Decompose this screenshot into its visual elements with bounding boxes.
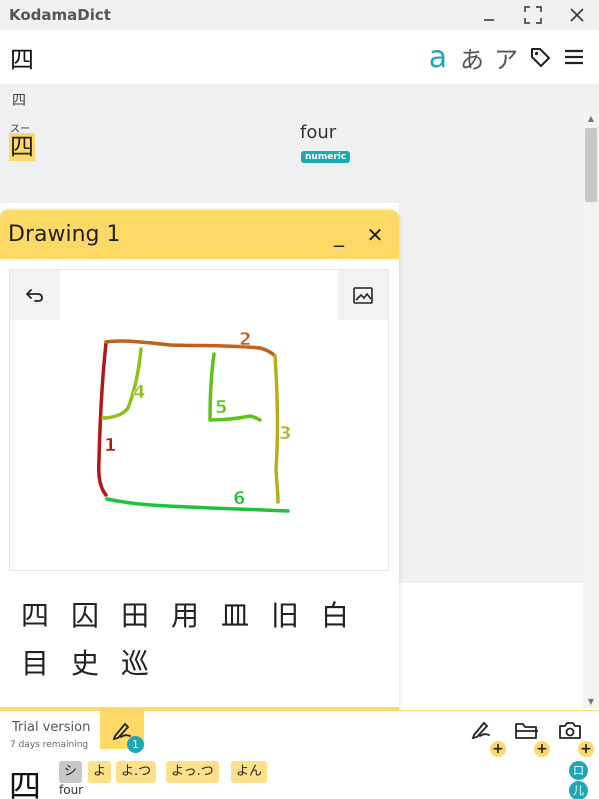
candidate-kanji[interactable]: 囚 [60, 592, 110, 640]
tags-button[interactable] [523, 40, 557, 74]
reading-chip[interactable]: よっ.つ [166, 761, 219, 783]
candidate-kanji[interactable]: 田 [110, 592, 160, 640]
fullscreen-icon [524, 6, 542, 24]
result-kanji: 四 [9, 133, 35, 161]
app-title: KodamaDict [9, 6, 111, 24]
open-image-button[interactable]: + [514, 719, 550, 757]
drawing-close-button[interactable]: ✕ [357, 223, 393, 247]
candidate-kanji[interactable]: 目 [10, 640, 60, 688]
radical-chip[interactable]: 儿 [569, 781, 588, 799]
search-input[interactable]: 四 [0, 40, 421, 75]
scrollbar-thumb[interactable] [585, 128, 597, 202]
footer-meaning: four [59, 783, 84, 797]
query-header: 四 [0, 84, 599, 112]
stroke-number-6: 6 [233, 488, 246, 509]
result-row[interactable]: スー 四 four numeric [0, 112, 583, 203]
results-background [399, 203, 583, 583]
maximize-window-button[interactable] [511, 0, 555, 30]
plus-icon: + [534, 741, 550, 757]
minimize-window-button[interactable] [467, 0, 511, 30]
menu-button[interactable] [557, 40, 591, 74]
hamburger-menu-icon [565, 49, 583, 65]
reading-chip[interactable]: よ [88, 761, 112, 783]
search-bar: 四 a あ ア [0, 30, 599, 84]
scroll-up-arrow-icon[interactable]: ▲ [583, 114, 599, 123]
candidate-kanji[interactable]: 旧 [260, 592, 310, 640]
folder-icon [515, 723, 538, 739]
result-gloss: four [300, 122, 337, 143]
drawing-panel: Drawing 1 _ ✕ 1 2 3 4 5 6 四 囚 田 用 皿 旧 白 … [0, 210, 399, 710]
radical-chip[interactable]: 口 [569, 761, 588, 780]
reading-chip[interactable]: シ [59, 761, 83, 783]
stroke-number-1: 1 [104, 435, 117, 456]
camera-icon [559, 722, 581, 739]
stroke-number-2: 2 [239, 329, 252, 350]
drawing-canvas[interactable]: 1 2 3 4 5 6 [9, 269, 389, 571]
footer-kanji[interactable]: 四 [9, 761, 41, 799]
drawing-minimize-button[interactable]: _ [321, 223, 357, 247]
trial-label[interactable]: Trial version [12, 720, 90, 735]
pen-icon [471, 721, 490, 740]
candidate-list: 四 囚 田 用 皿 旧 白 目 史 巡 [10, 592, 390, 688]
results-scrollbar[interactable]: ▲ ▼ [583, 112, 599, 708]
scroll-down-arrow-icon[interactable]: ▼ [583, 697, 599, 706]
close-icon [570, 8, 584, 22]
candidate-kanji[interactable]: 用 [160, 592, 210, 640]
plus-icon: + [490, 741, 506, 757]
katakana-mode-button[interactable]: ア [489, 40, 523, 75]
drawing-header: Drawing 1 _ ✕ [0, 210, 399, 259]
romaji-mode-button[interactable]: a [421, 40, 455, 75]
stroke-number-4: 4 [133, 382, 146, 403]
close-window-button[interactable] [555, 0, 599, 30]
footer-bar: Trial version 7 days remaining 1 + + + 四… [0, 710, 599, 799]
title-bar: KodamaDict [0, 0, 599, 30]
candidate-kanji[interactable]: 史 [60, 640, 110, 688]
trial-remaining: 7 days remaining [10, 740, 89, 750]
stroke-number-3: 3 [279, 423, 292, 444]
new-drawing-button[interactable]: + [470, 719, 506, 757]
camera-capture-button[interactable]: + [558, 719, 594, 757]
reading-chip[interactable]: よ.つ [116, 761, 157, 783]
reading-chip[interactable]: よん [231, 761, 268, 783]
drawing-count-badge: 1 [127, 736, 144, 753]
numeric-tag-badge[interactable]: numeric [301, 151, 351, 163]
hiragana-mode-button[interactable]: あ [455, 40, 489, 75]
stroke-3 [273, 354, 280, 504]
tag-icon [531, 48, 550, 67]
plus-icon: + [578, 741, 594, 757]
candidate-kanji[interactable]: 白 [310, 592, 360, 640]
candidate-kanji[interactable]: 皿 [210, 592, 260, 640]
stroke-number-5: 5 [215, 397, 228, 418]
drawing-title: Drawing 1 [8, 222, 121, 247]
candidate-kanji[interactable]: 巡 [110, 640, 160, 688]
stroke-6 [105, 497, 290, 513]
strokes-layer: 1 2 3 4 5 6 [97, 329, 292, 513]
candidate-kanji[interactable]: 四 [10, 592, 60, 640]
minimize-icon [484, 19, 494, 21]
